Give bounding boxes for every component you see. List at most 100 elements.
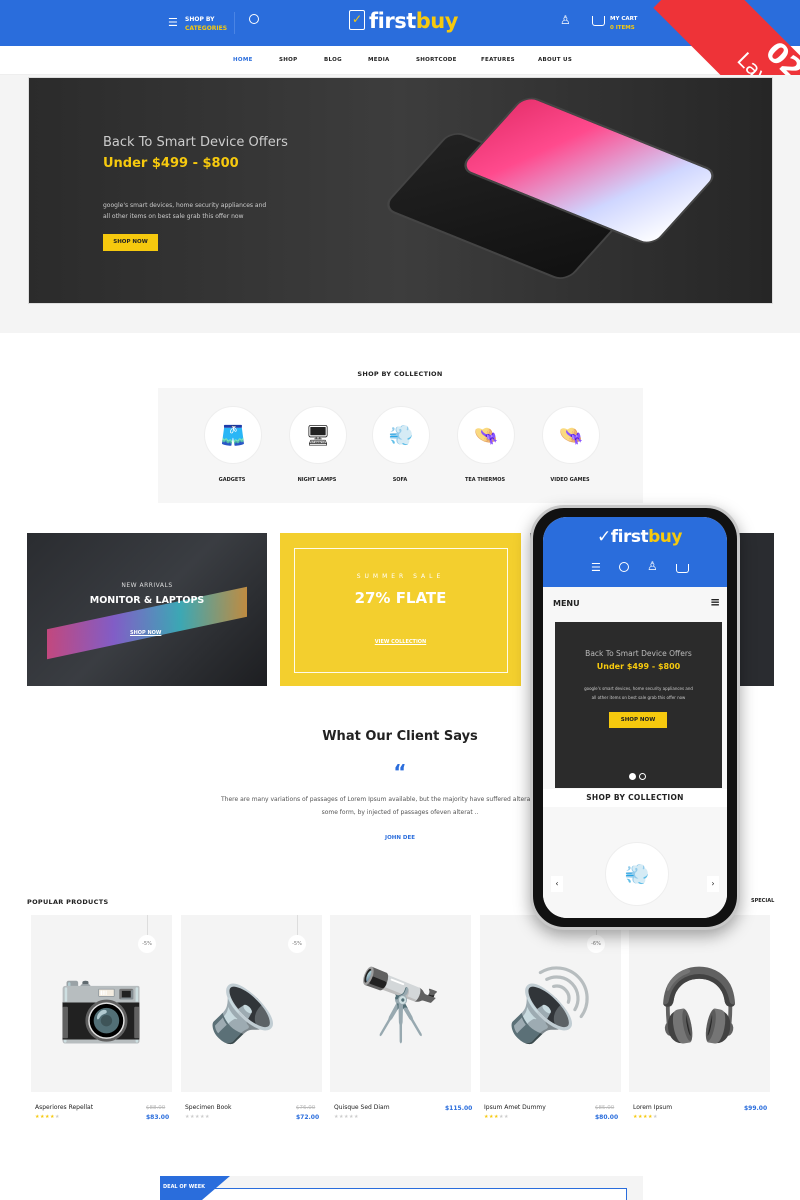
slider-dot-active[interactable] [629,773,636,780]
discount-badge: -5% [288,935,306,953]
mobile-search-icon[interactable] [619,562,629,572]
mobile-hero-price: Under $499 - $800 [596,662,681,671]
collection-label[interactable]: VIDEO GAMES [530,477,610,483]
mobile-hero-desc-2: all other items on best sale grab this o… [591,695,686,700]
hero-shop-now-button[interactable]: SHOP NOW [103,234,158,251]
mobile-preview: ✓firstbuy ☰ ♙ MENU ≡ Back To Smart Devic… [530,505,740,930]
basket-icon[interactable] [592,16,605,26]
product-price: $80.00 [595,1114,619,1121]
product-card[interactable]: 🔭 [330,915,471,1092]
summer-sale-banner[interactable]: SUMMER SALE 27% FLATE VIEW COLLECTION [280,533,521,686]
hero-price: Under $499 - $800 [103,156,239,171]
categories-list-icon[interactable]: ☰ [168,16,178,29]
product-card[interactable]: 🔈 -5% [181,915,322,1092]
star-icon: ★ [353,1114,359,1120]
banner1-subtitle: NEW ARRIVALS [121,582,173,589]
collection-gadgets-icon[interactable]: 🩳 [204,406,262,464]
mobile-collection-hair-dryer-icon[interactable]: 💨 [605,842,669,906]
carousel-prev-button[interactable]: ‹ [551,876,563,892]
collection-video-games-icon[interactable]: 👒 [542,406,600,464]
main-nav [0,46,800,75]
banner2-frame [294,548,508,673]
logo-second: buy [648,527,682,547]
banner1-shop-now-link[interactable]: SHOP NOW [130,630,161,636]
mobile-shop-now-button[interactable]: SHOP NOW [609,712,667,728]
collection-label[interactable]: NIGHT LAMPS [277,477,357,483]
logo-check-icon: ✓ [349,10,365,30]
user-add-icon[interactable]: ♙ [560,14,571,27]
special-tab[interactable]: SPECIAL [751,898,774,904]
product-name[interactable]: Ipsum Amet Dummy [484,1104,546,1111]
hero-title: Back To Smart Device Offers [103,135,288,150]
product-name[interactable]: Asperiores Repellat [35,1104,93,1111]
hamburger-icon[interactable]: ≡ [710,595,720,609]
product-old-price: $85.00 [595,1105,615,1111]
shop-by-label: SHOP BY [185,16,215,23]
logo-second: buy [415,9,459,33]
product-price: $83.00 [146,1114,170,1121]
product-card[interactable]: 🎧 [629,915,770,1092]
star-icon: ★ [652,1114,658,1120]
testimonial-text-1: There are many variations of passages of… [221,796,550,803]
product-price: $115.00 [445,1105,473,1112]
product-image[interactable]: 🎧 [629,955,770,1055]
product-card[interactable]: 🔊 -6% [480,915,621,1092]
slider-dot[interactable] [639,773,646,780]
mobile-menu-label[interactable]: MENU [553,599,580,608]
product-name[interactable]: Specimen Book [185,1104,231,1111]
product-image[interactable]: 🔭 [330,955,471,1055]
star-icon: ★ [503,1114,509,1120]
monitor-banner[interactable]: NEW ARRIVALS MONITOR & LAPTOPS SHOP NOW [27,533,267,686]
nav-shop[interactable]: SHOP [279,57,297,63]
search-icon[interactable] [249,14,259,24]
cart-label: MY CART [610,16,638,22]
header: ☰ SHOP BY CATEGORIES ✓ firstbuy ♙ MY CART… [0,0,800,46]
collection-sofa-icon[interactable]: 💨 [372,406,430,464]
banner2-view-collection-link[interactable]: VIEW COLLECTION [280,639,521,645]
mobile-hero-desc-1: google's smart devices, home security ap… [584,686,693,691]
logo[interactable]: firstbuy [369,9,458,33]
cart-button[interactable]: MY CART 0 ITEMS [610,15,637,33]
mobile-screen: ✓firstbuy ☰ ♙ MENU ≡ Back To Smart Devic… [543,517,727,918]
nav-home[interactable]: HOME [233,57,253,63]
collection-label[interactable]: SOFA [360,477,440,483]
badge-line [297,915,298,935]
collection-label[interactable]: GADGETS [192,477,272,483]
nav-media[interactable]: MEDIA [368,57,390,63]
mobile-hero-title: Back To Smart Device Offers [585,649,692,658]
star-icon: ★ [204,1114,210,1120]
product-card[interactable]: 📷 -5% [31,915,172,1092]
collection-tea-thermos-icon[interactable]: 👒 [457,406,515,464]
categories-label: CATEGORIES [185,25,228,32]
banner2-title: 27% FLATE [354,589,447,607]
banner2-subtitle: SUMMER SALE [356,573,445,580]
collection-title: SHOP BY COLLECTION [357,370,443,378]
banner1-title: MONITOR & LAPTOPS [89,595,205,606]
badge-line [147,915,148,935]
product-image[interactable]: 📷 [31,955,172,1055]
carousel-next-button[interactable]: › [707,876,719,892]
mobile-menu-list-icon[interactable]: ☰ [591,561,601,574]
mobile-user-icon[interactable]: ♙ [647,559,658,573]
product-name[interactable]: Lorem Ipsum [633,1104,672,1111]
mobile-basket-icon[interactable] [676,564,689,573]
nav-features[interactable]: FEATURES [481,57,515,63]
product-price: $72.00 [296,1114,320,1121]
logo-first: first [369,9,416,33]
product-price: $99.00 [744,1105,768,1112]
hero-desc-1: google's smart devices, home security ap… [103,202,267,209]
product-image[interactable]: 🔈 [181,955,322,1055]
mobile-header: ✓firstbuy ☰ ♙ [543,517,727,587]
deal-frame [172,1188,627,1200]
collection-night-lamps-icon[interactable]: 🖥 [289,406,347,464]
mobile-logo[interactable]: ✓firstbuy [597,527,682,547]
nav-blog[interactable]: BLOG [324,57,342,63]
popular-products-title[interactable]: POPULAR PRODUCTS [27,898,108,906]
product-rating: ★★★★★ [35,1114,60,1120]
collection-label[interactable]: TEA THERMOS [445,477,525,483]
nav-about-us[interactable]: ABOUT US [538,57,572,63]
product-name[interactable]: Quisque Sed Diam [334,1104,390,1111]
nav-shortcode[interactable]: SHORTCODE [416,57,457,63]
product-image[interactable]: 🔊 [480,955,621,1055]
shop-by-categories-button[interactable]: SHOP BY CATEGORIES [185,15,227,33]
